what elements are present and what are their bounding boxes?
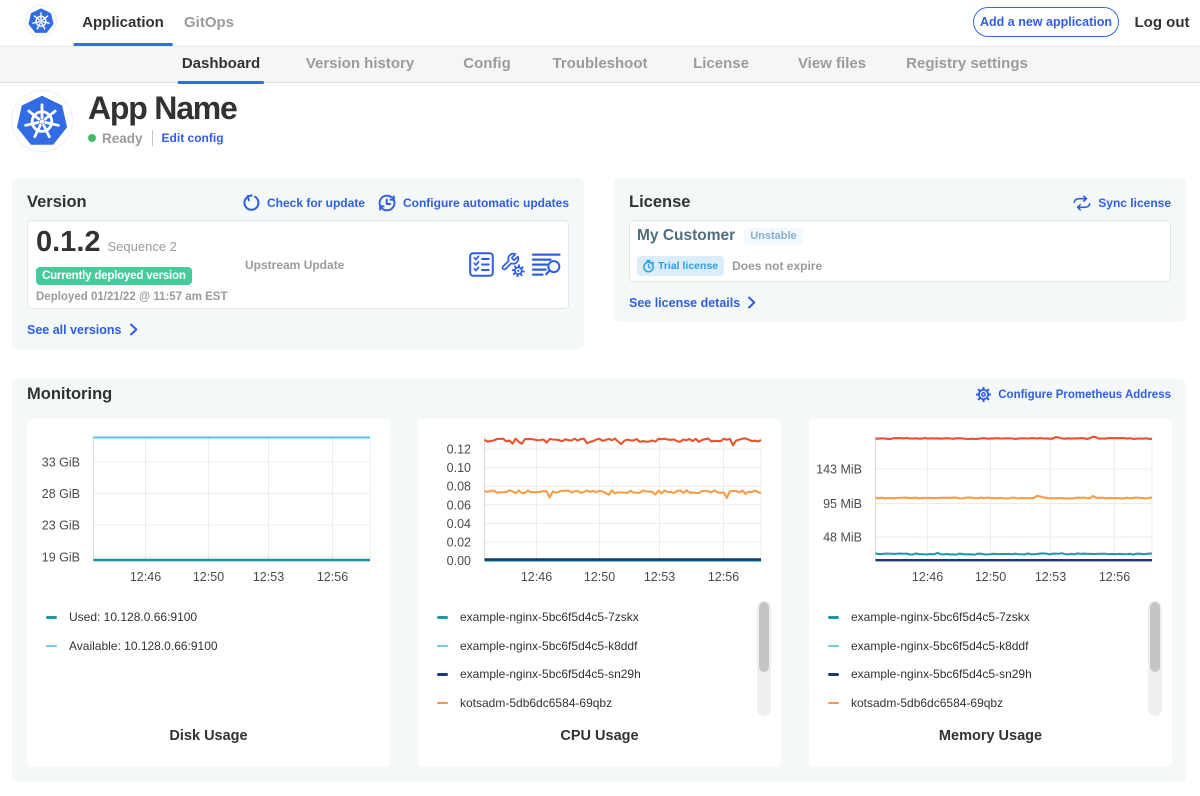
- svg-text:0.04: 0.04: [447, 517, 471, 531]
- svg-text:0.02: 0.02: [447, 536, 471, 550]
- svg-text:48 MiB: 48 MiB: [823, 531, 862, 545]
- svg-text:28 GiB: 28 GiB: [42, 487, 80, 501]
- svg-text:0.00: 0.00: [447, 554, 471, 568]
- svg-text:0.08: 0.08: [447, 480, 471, 494]
- svg-text:12:46: 12:46: [521, 570, 552, 584]
- svg-text:12:53: 12:53: [253, 570, 284, 584]
- svg-text:12:56: 12:56: [1099, 570, 1130, 584]
- svg-text:12:46: 12:46: [130, 570, 161, 584]
- svg-text:12:53: 12:53: [644, 570, 675, 584]
- svg-text:143 MiB: 143 MiB: [816, 463, 862, 477]
- svg-text:33 GiB: 33 GiB: [42, 456, 80, 470]
- svg-text:23 GiB: 23 GiB: [42, 519, 80, 533]
- svg-text:19 GiB: 19 GiB: [42, 551, 80, 565]
- svg-text:12:50: 12:50: [193, 570, 224, 584]
- svg-text:0.10: 0.10: [447, 461, 471, 475]
- svg-text:0.06: 0.06: [447, 498, 471, 512]
- svg-text:12:50: 12:50: [975, 570, 1006, 584]
- svg-text:12:56: 12:56: [317, 570, 348, 584]
- svg-text:12:53: 12:53: [1035, 570, 1066, 584]
- svg-text:12:46: 12:46: [912, 570, 943, 584]
- svg-text:12:50: 12:50: [584, 570, 615, 584]
- svg-text:12:56: 12:56: [708, 570, 739, 584]
- svg-text:0.12: 0.12: [447, 443, 471, 457]
- svg-text:95 MiB: 95 MiB: [823, 497, 862, 511]
